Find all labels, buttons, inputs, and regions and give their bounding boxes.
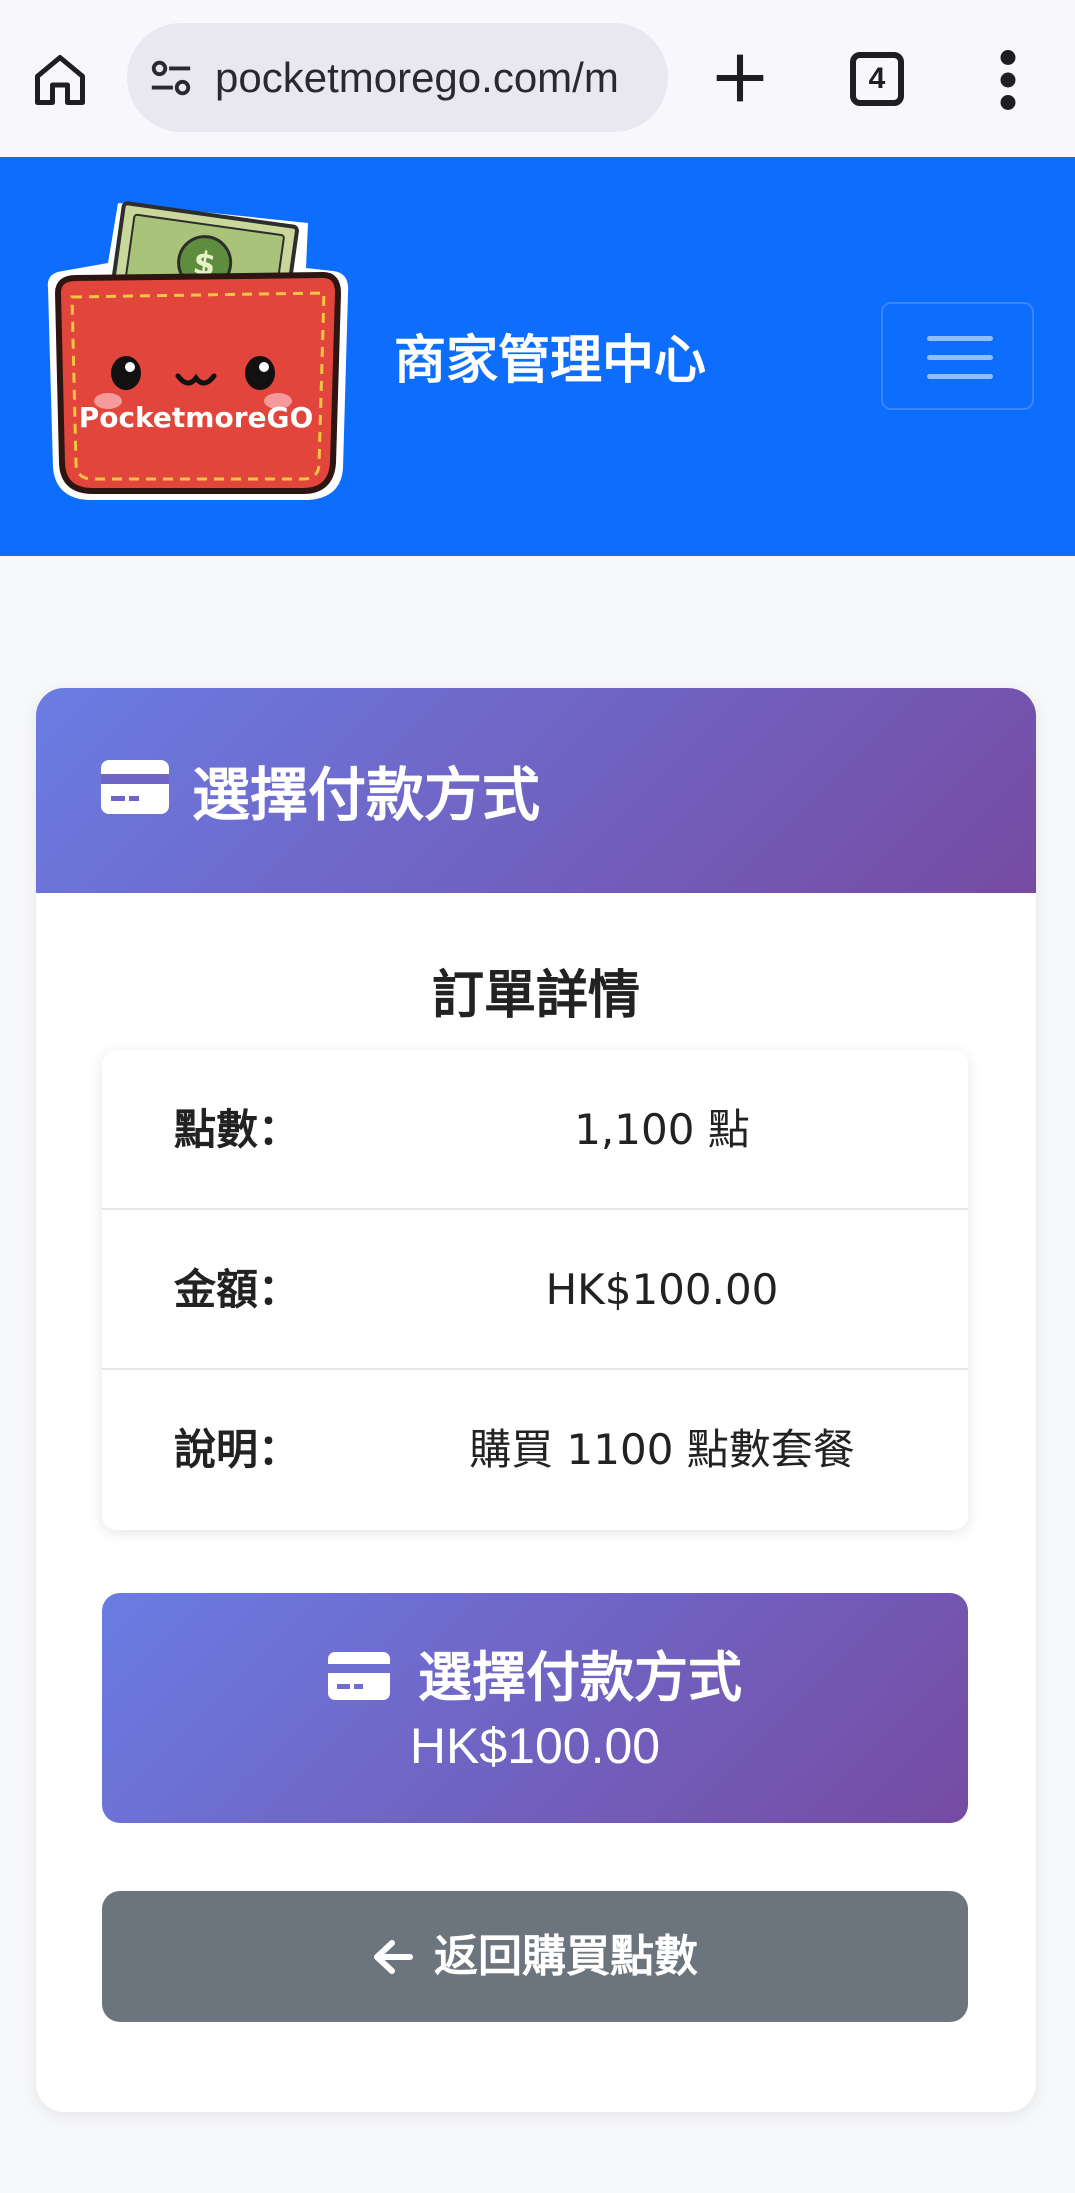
detail-value: 1,100 點 [574, 1105, 750, 1154]
detail-label: 點數： [174, 1105, 301, 1154]
back-button-label: 返回購買點數 [434, 1932, 698, 1981]
site-settings-icon[interactable] [147, 55, 195, 101]
card-header-title: 選擇付款方式 [192, 761, 541, 829]
url-text[interactable]: pocketmorego.com/m [215, 23, 619, 132]
payment-card: 選擇付款方式 訂單詳情 點數： 1,100 點 金額： HK$100.00 說明… [36, 688, 1036, 2112]
hamburger-line [927, 355, 993, 360]
detail-value: 購買 1100 點數套餐 [469, 1425, 855, 1474]
hamburger-line [927, 336, 993, 341]
credit-card-icon [328, 1652, 390, 1700]
arrow-left-icon [374, 1940, 413, 1974]
new-tab-icon[interactable] [712, 50, 768, 106]
back-button-label-row: 返回購買點數 [102, 1891, 968, 2022]
card-header: 選擇付款方式 [36, 688, 1036, 893]
select-payment-method-button[interactable]: 選擇付款方式 HK$100.00 [102, 1593, 968, 1823]
detail-value: HK$100.00 [545, 1265, 779, 1314]
more-vert-icon[interactable] [998, 50, 1018, 110]
detail-row-description: 說明： 購買 1100 點數套餐 [102, 1370, 968, 1530]
address-bar[interactable]: pocketmorego.com/m [127, 23, 668, 132]
detail-row-amount: 金額： HK$100.00 [102, 1210, 968, 1370]
pay-button-label: 選擇付款方式 [418, 1648, 742, 1708]
hamburger-line [927, 374, 993, 379]
credit-card-icon [101, 760, 169, 814]
pay-button-label-row: 選擇付款方式 [102, 1633, 968, 1712]
page-title: 商家管理中心 [394, 331, 707, 391]
order-details-title: 訂單詳情 [431, 966, 640, 1026]
home-icon[interactable] [30, 50, 90, 110]
logo-wordmark: PocketmoreGO [79, 401, 314, 434]
tab-switcher-icon[interactable]: 4 [850, 52, 904, 106]
detail-row-points: 點數： 1,100 點 [102, 1050, 968, 1210]
browser-toolbar: pocketmorego.com/m 4 [0, 0, 1075, 157]
pay-button-amount: HK$100.00 [409, 1718, 661, 1774]
order-details-table: 點數： 1,100 點 金額： HK$100.00 說明： 購買 1100 點數… [102, 1050, 968, 1530]
back-to-buy-points-button[interactable]: 返回購買點數 [102, 1891, 968, 2022]
detail-label: 說明： [174, 1425, 301, 1474]
pocketmorego-logo[interactable]: $ PocketmoreGO [38, 193, 356, 508]
menu-toggle-button[interactable] [881, 302, 1034, 410]
detail-label: 金額： [174, 1265, 301, 1314]
